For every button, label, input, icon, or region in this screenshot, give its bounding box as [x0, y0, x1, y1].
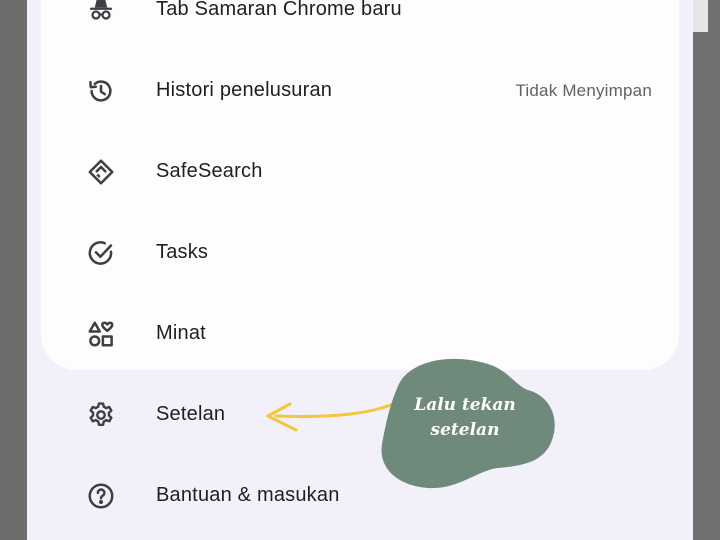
safesearch-icon: [85, 156, 117, 188]
menu-item-interests[interactable]: Minat: [41, 303, 679, 363]
incognito-icon: [85, 0, 117, 26]
help-icon: [85, 480, 117, 512]
menu-item-label: Histori penelusuran: [156, 79, 333, 101]
annotation-line2: setelan: [430, 420, 500, 440]
history-icon: [85, 75, 117, 107]
menu-item-incognito-tab[interactable]: Tab Samaran Chrome baru: [41, 0, 679, 39]
menu-item-safesearch[interactable]: SafeSearch: [41, 141, 679, 201]
menu-item-label: Tab Samaran Chrome baru: [156, 0, 402, 20]
background-strip: [693, 0, 720, 540]
menu-item-label: Tasks: [156, 241, 209, 263]
menu-item-label: Bantuan & masukan: [156, 484, 340, 506]
annotation-line1: Lalu tekan: [414, 395, 516, 415]
menu-item-label: SafeSearch: [156, 160, 263, 182]
background-notch: [693, 0, 708, 32]
annotation-text: Lalu tekan setelan: [390, 393, 540, 443]
menu-item-label: Minat: [156, 322, 206, 344]
interests-icon: [85, 318, 117, 350]
tasks-check-icon: [85, 237, 117, 269]
menu-item-help-feedback[interactable]: Bantuan & masukan: [41, 465, 679, 525]
menu-item-label: Setelan: [156, 403, 226, 425]
menu-item-search-history[interactable]: Histori penelusuran Tidak Menyimpan: [41, 60, 679, 120]
menu-item-tasks[interactable]: Tasks: [41, 222, 679, 282]
history-status: Tidak Menyimpan: [515, 81, 652, 100]
gear-icon: [85, 399, 117, 431]
